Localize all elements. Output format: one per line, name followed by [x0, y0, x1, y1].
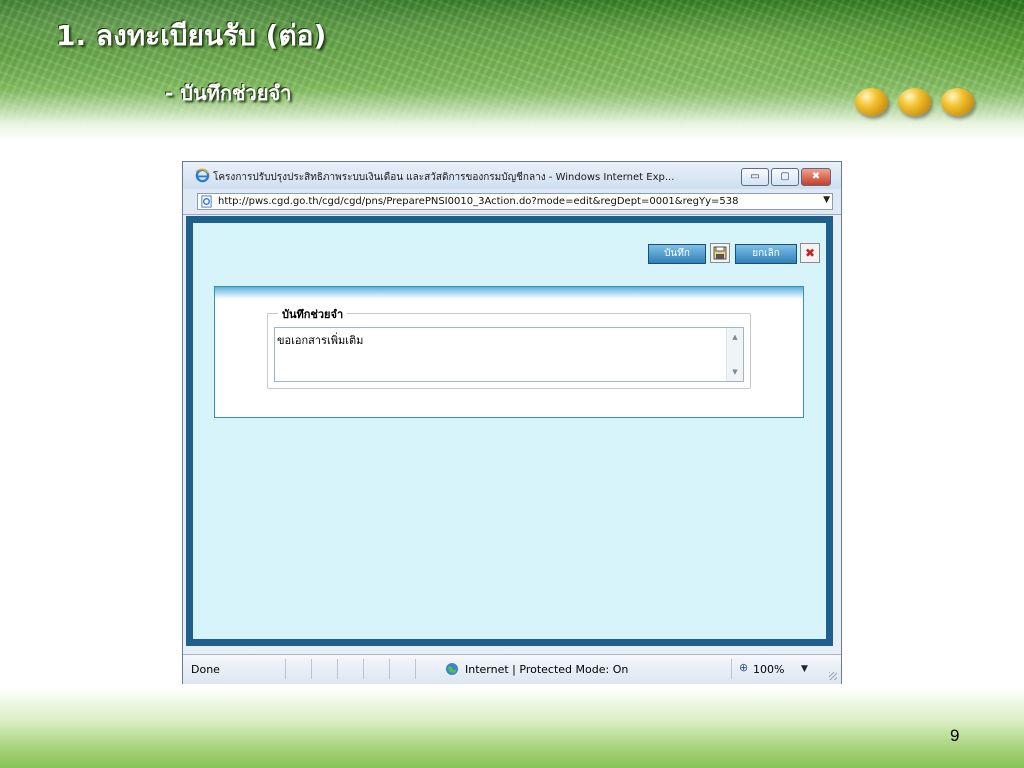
window-titlebar[interactable]: โครงการปรับปรุงประสิทธิภาพระบบเงินเดือน … — [183, 162, 841, 189]
gold-bullet-icon — [898, 88, 931, 116]
page-content: บันทึก ยกเลิก ✖ บันทึกช่วยจำ ขอเอกสารเพิ… — [193, 223, 826, 639]
status-divider — [415, 659, 416, 679]
resize-grip[interactable] — [829, 672, 837, 680]
floppy-disk-icon[interactable] — [710, 243, 730, 263]
browser-window: โครงการปรับปรุงประสิทธิภาพระบบเงินเดือน … — [182, 161, 842, 684]
gold-bullet-icon — [855, 88, 888, 116]
status-text: Done — [191, 663, 220, 676]
cancel-button[interactable]: ยกเลิก — [735, 244, 797, 264]
red-x-icon[interactable]: ✖ — [800, 243, 820, 263]
scroll-down-icon[interactable]: ▼ — [727, 365, 743, 379]
address-bar: http://pws.cgd.go.th/cgd/cgd/pns/Prepare… — [183, 189, 841, 215]
status-divider — [389, 659, 390, 679]
memo-textarea[interactable]: ขอเอกสารเพิ่มเติม ▲ ▼ — [274, 327, 744, 382]
floppy-disk-icon — [713, 246, 727, 260]
address-url: http://pws.cgd.go.th/cgd/cgd/pns/Prepare… — [218, 196, 739, 207]
status-divider — [337, 659, 338, 679]
minimize-button[interactable]: ▭ — [741, 168, 769, 186]
memo-text: ขอเอกสารเพิ่มเติม — [277, 334, 364, 347]
zoom-level[interactable]: 100% — [753, 663, 784, 676]
magnifier-icon: ⊕ — [739, 661, 749, 674]
scroll-up-icon[interactable]: ▲ — [727, 330, 743, 344]
chevron-down-icon[interactable]: ▼ — [801, 664, 808, 674]
content-frame: บันทึก ยกเลิก ✖ บันทึกช่วยจำ ขอเอกสารเพิ… — [186, 216, 833, 646]
memo-legend: บันทึกช่วยจำ — [278, 305, 348, 323]
status-divider — [311, 659, 312, 679]
slide-page-number: 9 — [950, 726, 960, 745]
address-field[interactable]: http://pws.cgd.go.th/cgd/cgd/pns/Prepare… — [197, 193, 833, 210]
gold-bullet-icon — [941, 88, 974, 116]
textarea-scrollbar[interactable]: ▲ ▼ — [726, 328, 743, 381]
status-divider — [363, 659, 364, 679]
status-divider — [731, 659, 732, 679]
save-button[interactable]: บันทึก — [648, 244, 706, 264]
memo-fieldset: บันทึกช่วยจำ ขอเอกสารเพิ่มเติม ▲ ▼ — [267, 305, 751, 389]
status-bar: Done Internet | Protected Mode: On ⊕ 100… — [183, 654, 841, 684]
maximize-button[interactable]: ▢ — [771, 168, 799, 186]
memo-panel: บันทึกช่วยจำ ขอเอกสารเพิ่มเติม ▲ ▼ — [214, 286, 804, 418]
security-zone[interactable]: Internet | Protected Mode: On — [465, 663, 628, 676]
chevron-down-icon[interactable]: ▼ — [823, 195, 830, 205]
ie-logo-icon — [195, 168, 210, 183]
close-button[interactable]: ✖ — [801, 168, 831, 186]
slide-footer — [0, 688, 1024, 768]
slide-title: 1. ลงทะเบียนรับ (ต่อ) — [56, 19, 327, 52]
page-icon — [201, 195, 212, 208]
window-title: โครงการปรับปรุงประสิทธิภาพระบบเงินเดือน … — [213, 172, 675, 183]
slide-subtitle: - บันทึกช่วยจำ — [165, 81, 292, 105]
panel-header — [215, 287, 803, 299]
status-divider — [285, 659, 286, 679]
globe-icon — [446, 663, 458, 675]
